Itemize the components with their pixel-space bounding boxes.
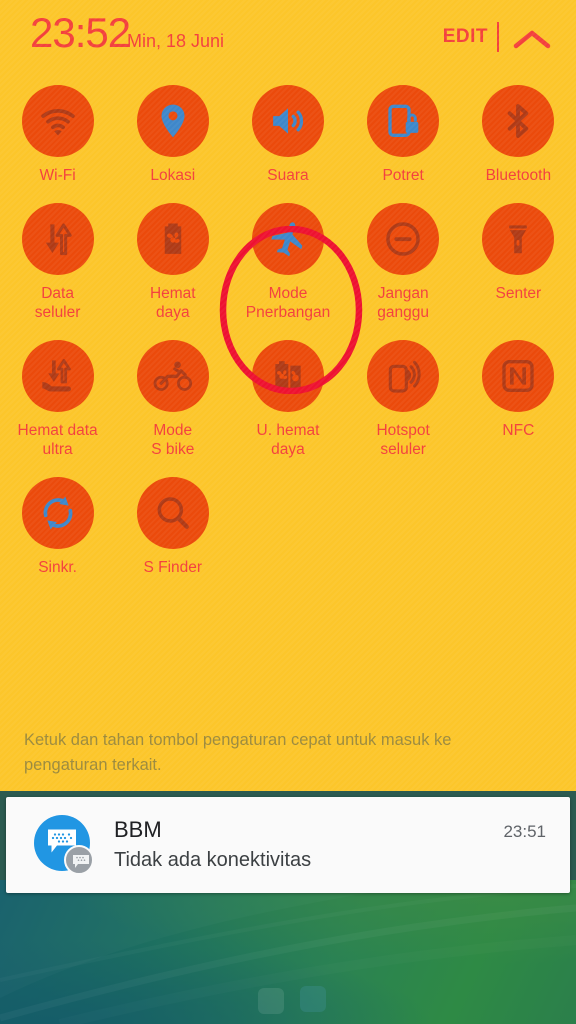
- toggle-mode-s-bike[interactable]: Mode S bike: [115, 340, 230, 477]
- quick-settings-panel: 23:52 Min, 18 Juni EDIT Wi-Fi Lokasi Sua…: [0, 0, 576, 791]
- toggle-circle: [367, 340, 440, 412]
- ultra-power-saving-icon: [275, 361, 301, 391]
- toggle-hemat-data-ultra[interactable]: Hemat data ultra: [0, 340, 115, 477]
- notification-card[interactable]: BBM Tidak ada konektivitas 23:51: [6, 797, 570, 893]
- toggle-label: Sinkr.: [38, 559, 77, 576]
- search-magnifier-icon: [157, 497, 189, 529]
- toggle-u-hemat-daya[interactable]: U. hemat daya: [230, 340, 345, 477]
- toggle-hotspot-seluler[interactable]: Hotspot seluler: [346, 340, 461, 477]
- phone-screen: 23:52 Min, 18 Juni EDIT Wi-Fi Lokasi Sua…: [0, 0, 576, 1024]
- sync-icon: [43, 496, 73, 530]
- toggle-circle: [482, 340, 555, 412]
- toggle-circle: [136, 477, 209, 549]
- quick-settings-row: Wi-Fi Lokasi Suara Potret Bluetooth: [0, 85, 576, 203]
- edit-button[interactable]: EDIT: [443, 26, 488, 48]
- panel-header: 23:52 Min, 18 Juni EDIT: [0, 0, 576, 78]
- toggle-circle: [21, 85, 94, 157]
- toggle-label: Hemat data ultra: [17, 422, 98, 458]
- bluetooth-icon: [508, 104, 529, 138]
- wallpaper-wave-decoration: [0, 880, 576, 1024]
- notification-body: Tidak ada konektivitas: [114, 849, 312, 871]
- quick-settings-grid: Wi-Fi Lokasi Suara Potret Bluetooth Data…: [0, 85, 576, 595]
- toggle-label: Mode Pnerbangan: [245, 285, 331, 321]
- quick-settings-row: Data seluler Hemat daya Mode Pnerbangan …: [0, 203, 576, 340]
- toggle-wifi[interactable]: Wi-Fi: [0, 85, 115, 203]
- nfc-icon: [502, 360, 535, 393]
- toggle-s-finder[interactable]: S Finder: [115, 477, 230, 595]
- toggle-label: U. hemat daya: [256, 422, 320, 458]
- toggle-circle: [251, 85, 324, 157]
- notification-icon-group: [34, 815, 94, 875]
- mobile-data-arrows-icon: [45, 223, 72, 256]
- toggle-suara[interactable]: Suara: [230, 85, 345, 203]
- toggle-label: Mode S bike: [151, 422, 195, 458]
- toggle-hemat-daya[interactable]: Hemat daya: [115, 203, 230, 340]
- mobile-hotspot-icon: [388, 360, 421, 393]
- wallpaper-app-icon: [300, 986, 326, 1012]
- toggle-label: Bluetooth: [485, 167, 552, 184]
- toggle-circle: [136, 85, 209, 157]
- toggle-circle: [136, 203, 209, 275]
- toggle-label: Senter: [495, 285, 542, 302]
- toggle-lokasi[interactable]: Lokasi: [115, 85, 230, 203]
- clock-time: 23:52: [30, 9, 131, 56]
- toggle-jangan-ganggu[interactable]: Jangan ganggu: [346, 203, 461, 340]
- toggle-label: Jangan ganggu: [377, 285, 430, 321]
- toggle-empty-slot: [230, 477, 345, 595]
- bbm-badge-icon: [64, 845, 94, 875]
- toggle-circle: [367, 85, 440, 157]
- toggle-empty-slot: [461, 477, 576, 595]
- motorcycle-icon: [153, 361, 192, 391]
- power-saving-battery-icon: [164, 223, 182, 254]
- toggle-circle: [251, 340, 324, 412]
- wifi-icon: [40, 109, 75, 136]
- toggle-circle: [482, 85, 555, 157]
- toggle-circle: [251, 203, 324, 275]
- toggle-bluetooth[interactable]: Bluetooth: [461, 85, 576, 203]
- clock-date: Min, 18 Juni: [127, 31, 225, 51]
- quick-settings-row: Sinkr. S Finder: [0, 477, 576, 595]
- home-screen-wallpaper: [0, 880, 576, 1024]
- badge-chat-bubble-icon: [73, 855, 89, 868]
- airplane-icon: [271, 222, 303, 257]
- toggle-circle: [21, 477, 94, 549]
- notification-title: BBM: [114, 817, 162, 842]
- toggle-potret[interactable]: Potret: [346, 85, 461, 203]
- notification-time: 23:51: [503, 822, 546, 841]
- toggle-circle: [367, 203, 440, 275]
- toggle-label: Data seluler: [34, 285, 81, 321]
- header-divider: [497, 22, 499, 52]
- toggle-data-seluler[interactable]: Data seluler: [0, 203, 115, 340]
- toggle-circle: [21, 203, 94, 275]
- wallpaper-app-icon: [258, 988, 284, 1014]
- toggle-empty-slot: [346, 477, 461, 595]
- toggle-label: Potret: [382, 167, 424, 184]
- toggle-label: NFC: [502, 422, 535, 439]
- toggle-label: Hemat daya: [149, 285, 196, 321]
- toggle-circle: [136, 340, 209, 412]
- toggle-label: Wi-Fi: [39, 167, 76, 184]
- rotation-lock-icon: [388, 104, 419, 137]
- toggle-mode-pnerbangan[interactable]: Mode Pnerbangan: [230, 203, 345, 340]
- toggle-nfc[interactable]: NFC: [461, 340, 576, 477]
- quick-settings-hint: Ketuk dan tahan tombol pengaturan cepat …: [24, 731, 452, 774]
- toggle-label: S Finder: [143, 559, 203, 576]
- toggle-label: Hotspot seluler: [376, 422, 430, 458]
- quick-settings-row: Hemat data ultra Mode S bike U. hemat da…: [0, 340, 576, 477]
- sound-speaker-icon: [273, 108, 304, 134]
- do-not-disturb-icon: [386, 222, 420, 256]
- flashlight-icon: [509, 225, 528, 254]
- toggle-label: Lokasi: [150, 167, 196, 184]
- location-pin-icon: [161, 104, 185, 138]
- toggle-circle: [482, 203, 555, 275]
- toggle-label: Suara: [267, 167, 309, 184]
- ultra-data-saving-icon: [41, 359, 71, 392]
- toggle-senter[interactable]: Senter: [461, 203, 576, 340]
- toggle-sinkr[interactable]: Sinkr.: [0, 477, 115, 595]
- chevron-up-icon[interactable]: [510, 26, 554, 54]
- toggle-circle: [21, 340, 94, 412]
